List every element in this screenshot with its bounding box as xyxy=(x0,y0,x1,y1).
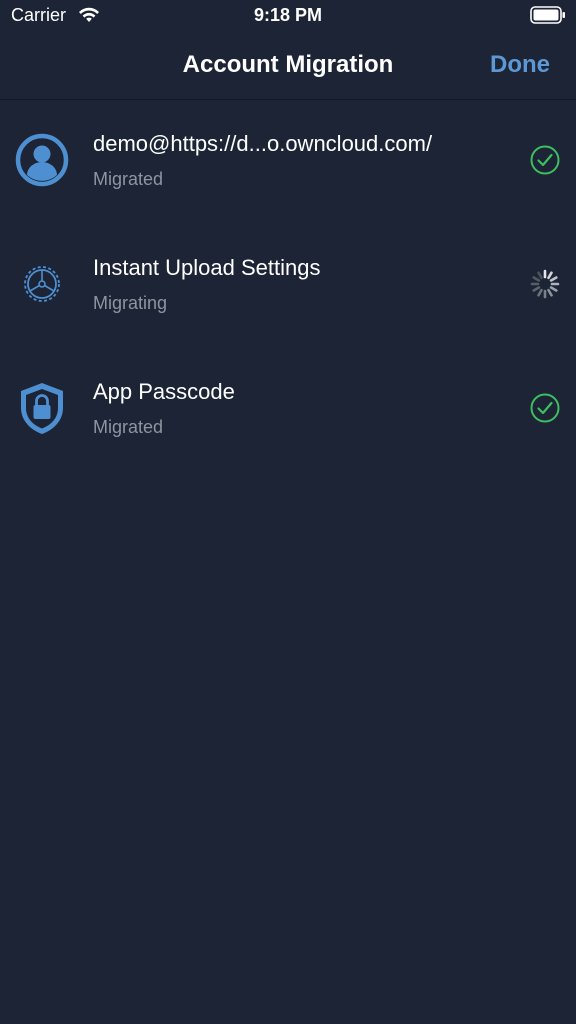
item-title: demo@https://d...o.owncloud.com/ xyxy=(93,131,433,156)
item-title: Instant Upload Settings xyxy=(93,255,321,280)
loading-spinner-icon xyxy=(530,269,560,299)
battery-icon xyxy=(530,6,565,24)
list-item-app-passcode: App Passcode Migrated xyxy=(0,348,576,472)
done-button[interactable]: Done xyxy=(490,51,550,79)
navigation-bar: Account Migration Done xyxy=(0,32,576,100)
item-title: App Passcode xyxy=(93,379,235,404)
list-item-instant-upload: Instant Upload Settings Migrating xyxy=(0,224,576,348)
clock: 9:18 PM xyxy=(253,5,323,25)
migration-list: demo@https://d...o.owncloud.com/ Migrate… xyxy=(0,100,576,472)
list-item-account: demo@https://d...o.owncloud.com/ Migrate… xyxy=(0,100,576,224)
shield-lock-icon xyxy=(21,383,63,434)
checkmark-icon xyxy=(530,393,560,423)
account-icon xyxy=(15,133,69,187)
checkmark-icon xyxy=(530,145,560,175)
item-status: Migrating xyxy=(93,293,168,313)
settings-gear-icon xyxy=(24,266,60,302)
status-bar: Carrier 9:18 PM xyxy=(0,0,576,32)
item-status: Migrated xyxy=(93,417,164,437)
item-status: Migrated xyxy=(93,169,164,189)
